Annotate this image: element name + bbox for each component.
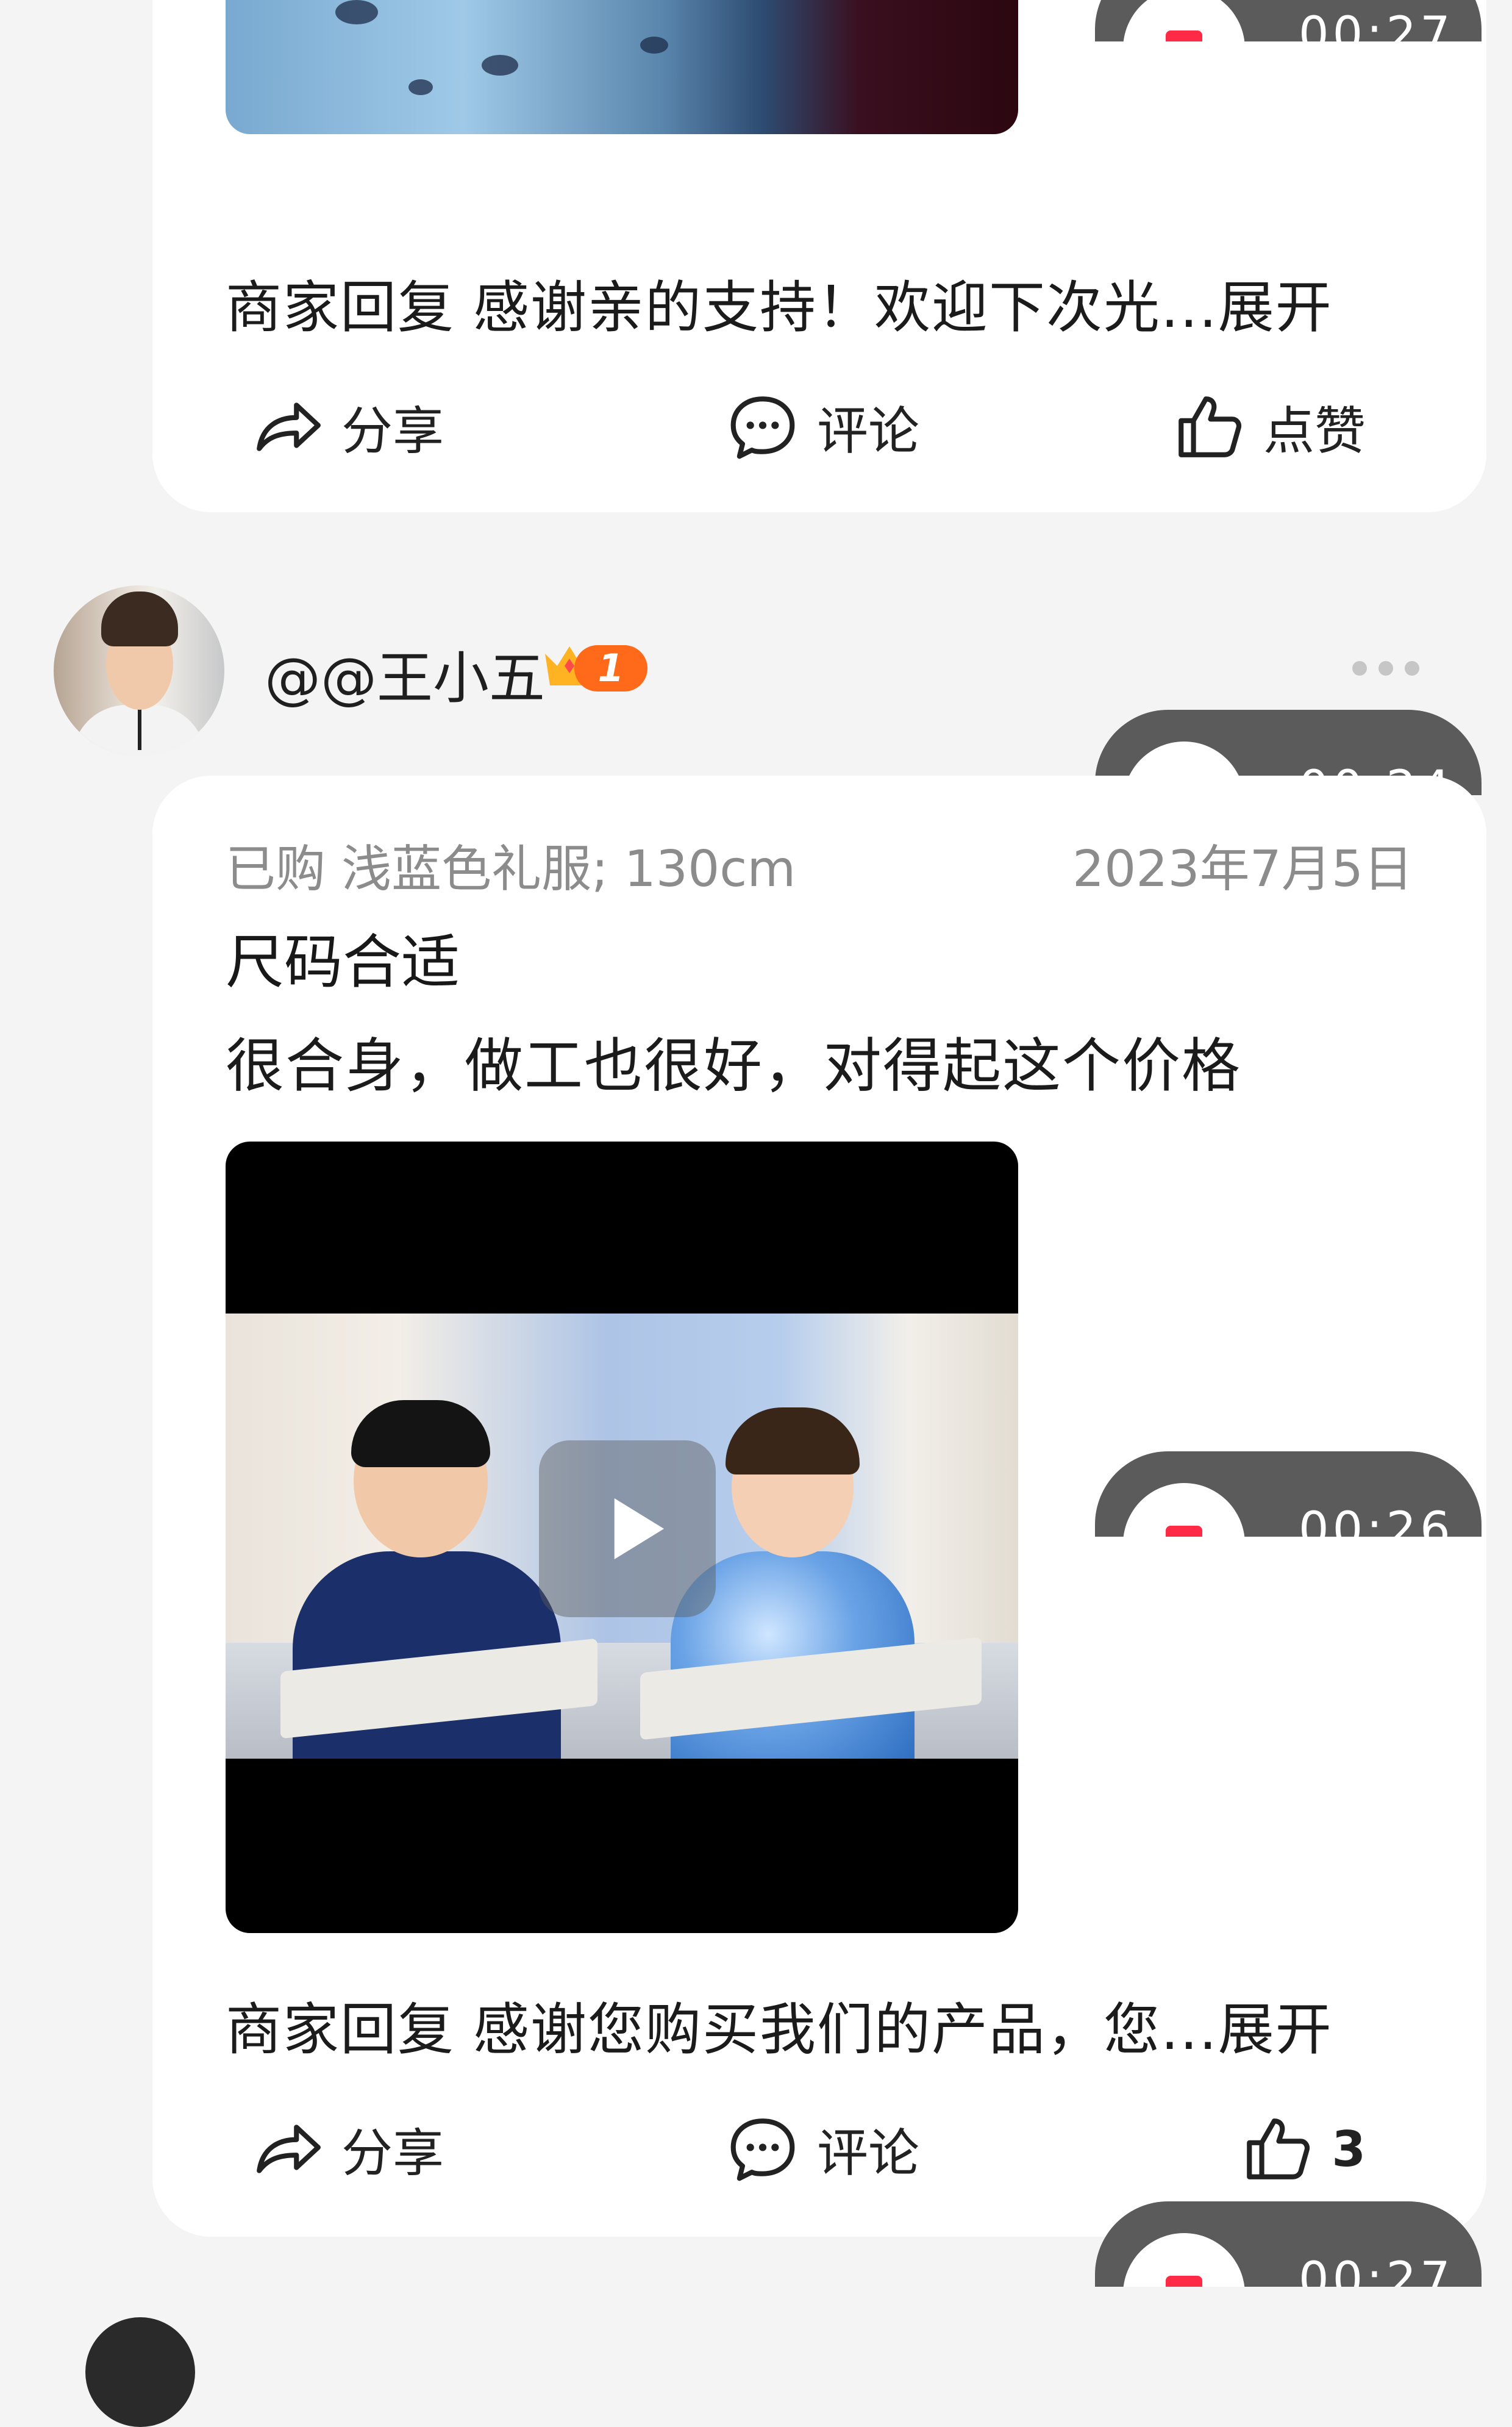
reviewer-username[interactable]: @@王小五 [265, 633, 545, 714]
merchant-reply[interactable]: 商家回复 感谢亲的支持！欢迎下次光...展开 [226, 262, 1333, 343]
video-mini-player-tab[interactable]: 00:27 [1095, 0, 1482, 41]
merchant-reply[interactable]: 商家回复 感谢您购买我们的产品，您...展开 [226, 1984, 1333, 2065]
review-video[interactable] [226, 1142, 1018, 1933]
comment-label: 评论 [817, 401, 920, 461]
like-button[interactable]: 3 [1240, 2112, 1366, 2186]
expand-link[interactable]: 展开 [1218, 1997, 1333, 2062]
like-icon [1179, 396, 1241, 457]
like-icon [1247, 2118, 1310, 2179]
expand-link[interactable]: 展开 [1218, 275, 1333, 340]
review-date: 2023年7月5日 [1072, 840, 1413, 898]
review-tag-text: 尺码合适 [226, 928, 460, 996]
review-actions: 分享 评论 点赞 [250, 390, 1366, 463]
merchant-reply-text: 感谢您购买我们的产品，您... [473, 1997, 1218, 2062]
video-time: 00:27 [1299, 7, 1454, 41]
video-mini-player-tab[interactable]: 00:26 [1095, 1451, 1482, 1537]
review-media-image[interactable] [226, 0, 1018, 134]
record-icon [1123, 1483, 1245, 1537]
review-tag: 尺码合适 [226, 915, 460, 1003]
review-text: 很合身，做工也很好，对得起这个价格 [226, 1032, 1241, 1100]
avatar[interactable] [54, 585, 224, 756]
record-icon [1123, 0, 1245, 41]
share-icon [257, 402, 321, 451]
record-icon [1123, 2233, 1245, 2287]
merchant-reply-label: 商家回复 [226, 275, 455, 340]
comment-button[interactable]: 评论 [726, 2112, 919, 2186]
comment-icon [730, 396, 795, 459]
video-time: 00:26 [1299, 1503, 1454, 1537]
play-button[interactable] [539, 1440, 716, 1617]
like-label: 点赞 [1263, 401, 1366, 461]
share-icon [257, 2125, 321, 2173]
video-mini-player-tab[interactable]: 00:27 [1095, 2201, 1482, 2287]
like-count: 3 [1332, 2120, 1366, 2178]
like-button[interactable]: 点赞 [1172, 390, 1366, 463]
share-label: 分享 [341, 2123, 444, 2183]
merchant-reply-text: 感谢亲的支持！欢迎下次光... [473, 275, 1218, 340]
share-button[interactable]: 分享 [250, 2112, 444, 2186]
avatar[interactable] [85, 2317, 195, 2427]
more-icon[interactable] [1352, 656, 1419, 681]
member-level-badge: 1 [540, 637, 647, 695]
purchase-info: 已购 浅蓝色礼服; 130cm [226, 840, 796, 898]
comment-button[interactable]: 评论 [726, 390, 919, 463]
share-label: 分享 [341, 401, 444, 461]
share-button[interactable]: 分享 [250, 390, 444, 463]
video-time: 00:27 [1299, 2253, 1454, 2287]
review-actions: 分享 评论 3 [250, 2112, 1366, 2186]
merchant-reply-label: 商家回复 [226, 1997, 455, 2062]
comment-icon [730, 2118, 795, 2181]
level-number: 1 [574, 645, 647, 692]
comment-label: 评论 [817, 2123, 920, 2183]
play-icon [614, 1498, 664, 1559]
